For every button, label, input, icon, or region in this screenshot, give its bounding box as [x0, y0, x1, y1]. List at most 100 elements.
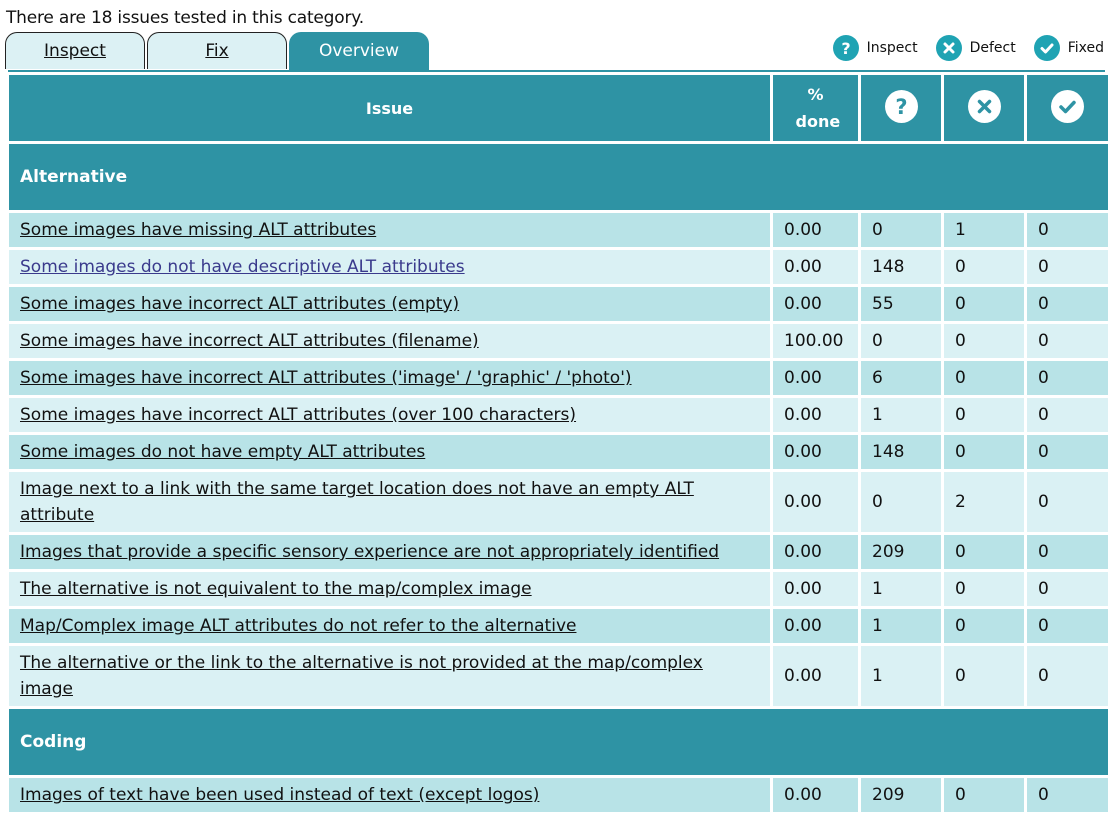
- issue-link[interactable]: Some images have incorrect ALT attribute…: [20, 405, 576, 425]
- defect-count-cell: 0: [944, 287, 1024, 321]
- percent-done-cell: 0.00: [773, 435, 858, 469]
- issue-link[interactable]: Some images do not have empty ALT attrib…: [20, 442, 425, 462]
- section-title: Coding: [9, 709, 1108, 775]
- percent-done-cell: 0.00: [773, 778, 858, 812]
- percent-done-cell: 0.00: [773, 361, 858, 395]
- check-circle-icon: [1033, 35, 1060, 61]
- legend-inspect: ? Inspect: [832, 35, 918, 61]
- defect-count-cell: 0: [944, 250, 1024, 284]
- percent-done-cell: 0.00: [773, 472, 858, 532]
- view-tabs: Inspect Fix Overview: [5, 32, 431, 71]
- table-row: Images that provide a specific sensory e…: [9, 535, 1108, 569]
- table-row: Some images have missing ALT attributes 0…: [9, 213, 1108, 247]
- table-row: Image next to a link with the same targe…: [9, 472, 1108, 532]
- status-legend: ? Inspect Defect Fixed: [815, 35, 1104, 61]
- issue-link[interactable]: The alternative is not equivalent to the…: [20, 579, 532, 599]
- tab-fix[interactable]: Fix: [147, 32, 287, 69]
- percent-done-cell: 0.00: [773, 535, 858, 569]
- table-row: The alternative or the link to the alter…: [9, 646, 1108, 706]
- issue-link[interactable]: Image next to a link with the same targe…: [20, 479, 694, 525]
- table-row: Some images have incorrect ALT attribute…: [9, 287, 1108, 321]
- question-circle-icon: ?: [884, 89, 918, 123]
- issues-table-body: Alternative Some images have missing ALT …: [9, 144, 1108, 812]
- issue-link[interactable]: Some images have incorrect ALT attribute…: [20, 368, 632, 388]
- issue-link[interactable]: Some images do not have descriptive ALT …: [20, 257, 465, 277]
- inspect-count-cell: 0: [861, 213, 941, 247]
- legend-inspect-label: Inspect: [866, 40, 918, 56]
- header-issue: Issue: [9, 75, 770, 141]
- issue-link[interactable]: Map/Complex image ALT attributes do not …: [20, 616, 576, 636]
- defect-count-cell: 2: [944, 472, 1024, 532]
- fixed-count-cell: 0: [1027, 535, 1108, 569]
- header-fixed: [1027, 75, 1108, 141]
- tab-overview[interactable]: Overview: [289, 32, 429, 70]
- table-row: Images of text have been used instead of…: [9, 778, 1108, 812]
- fixed-count-cell: 0: [1027, 778, 1108, 812]
- fixed-count-cell: 0: [1027, 435, 1108, 469]
- percent-done-cell: 0.00: [773, 250, 858, 284]
- fixed-count-cell: 0: [1027, 361, 1108, 395]
- x-circle-icon: [967, 89, 1001, 123]
- issue-cell: Some images have incorrect ALT attribute…: [9, 361, 770, 395]
- issue-link[interactable]: Images of text have been used instead of…: [20, 785, 539, 805]
- percent-done-cell: 0.00: [773, 398, 858, 432]
- table-row: Some images have incorrect ALT attribute…: [9, 361, 1108, 395]
- x-circle-icon: [935, 35, 962, 61]
- percent-done-cell: 100.00: [773, 324, 858, 358]
- percent-done-cell: 0.00: [773, 646, 858, 706]
- inspect-count-cell: 55: [861, 287, 941, 321]
- section-row: Alternative: [9, 144, 1108, 210]
- issue-cell: The alternative is not equivalent to the…: [9, 572, 770, 606]
- section-title: Alternative: [9, 144, 1108, 210]
- section-row: Coding: [9, 709, 1108, 775]
- fixed-count-cell: 0: [1027, 398, 1108, 432]
- issue-link[interactable]: Some images have incorrect ALT attribute…: [20, 331, 479, 351]
- issue-link[interactable]: Some images have missing ALT attributes: [20, 220, 376, 240]
- percent-done-cell: 0.00: [773, 609, 858, 643]
- svg-text:?: ?: [895, 95, 907, 119]
- table-header-row: Issue % done ?: [9, 75, 1108, 141]
- tab-inspect[interactable]: Inspect: [5, 32, 145, 69]
- inspect-count-cell: 148: [861, 435, 941, 469]
- inspect-count-cell: 1: [861, 398, 941, 432]
- fixed-count-cell: 0: [1027, 324, 1108, 358]
- inspect-count-cell: 1: [861, 646, 941, 706]
- issue-cell: Some images have incorrect ALT attribute…: [9, 324, 770, 358]
- issue-link[interactable]: Images that provide a specific sensory e…: [20, 542, 719, 562]
- defect-count-cell: 0: [944, 646, 1024, 706]
- issues-table: Issue % done ? Alternative Some images ha…: [6, 72, 1110, 815]
- defect-count-cell: 0: [944, 435, 1024, 469]
- legend-defect-label: Defect: [969, 40, 1016, 56]
- table-row: Some images do not have empty ALT attrib…: [9, 435, 1108, 469]
- issue-cell: Some images have missing ALT attributes: [9, 213, 770, 247]
- issue-cell: Images that provide a specific sensory e…: [9, 535, 770, 569]
- defect-count-cell: 0: [944, 398, 1024, 432]
- header-percent-done: % done: [773, 75, 858, 141]
- fixed-count-cell: 0: [1027, 287, 1108, 321]
- inspect-count-cell: 0: [861, 472, 941, 532]
- issue-link[interactable]: Some images have incorrect ALT attribute…: [20, 294, 459, 314]
- defect-count-cell: 0: [944, 535, 1024, 569]
- fixed-count-cell: 0: [1027, 213, 1108, 247]
- legend-defect: Defect: [935, 35, 1016, 61]
- defect-count-cell: 0: [944, 778, 1024, 812]
- fixed-count-cell: 0: [1027, 250, 1108, 284]
- defect-count-cell: 0: [944, 324, 1024, 358]
- check-circle-icon: [1051, 89, 1084, 123]
- legend-fixed-label: Fixed: [1067, 40, 1104, 56]
- inspect-count-cell: 6: [861, 361, 941, 395]
- inspect-count-cell: 209: [861, 535, 941, 569]
- defect-count-cell: 0: [944, 361, 1024, 395]
- percent-done-cell: 0.00: [773, 287, 858, 321]
- issue-link[interactable]: The alternative or the link to the alter…: [20, 653, 703, 699]
- issue-cell: Map/Complex image ALT attributes do not …: [9, 609, 770, 643]
- table-row: Some images have incorrect ALT attribute…: [9, 398, 1108, 432]
- issue-cell: Some images do not have empty ALT attrib…: [9, 435, 770, 469]
- fixed-count-cell: 0: [1027, 472, 1108, 532]
- defect-count-cell: 0: [944, 609, 1024, 643]
- header-percent-done-label: % done: [795, 85, 841, 131]
- header-inspect: ?: [861, 75, 941, 141]
- defect-count-cell: 0: [944, 572, 1024, 606]
- inspect-count-cell: 209: [861, 778, 941, 812]
- inspect-count-cell: 148: [861, 250, 941, 284]
